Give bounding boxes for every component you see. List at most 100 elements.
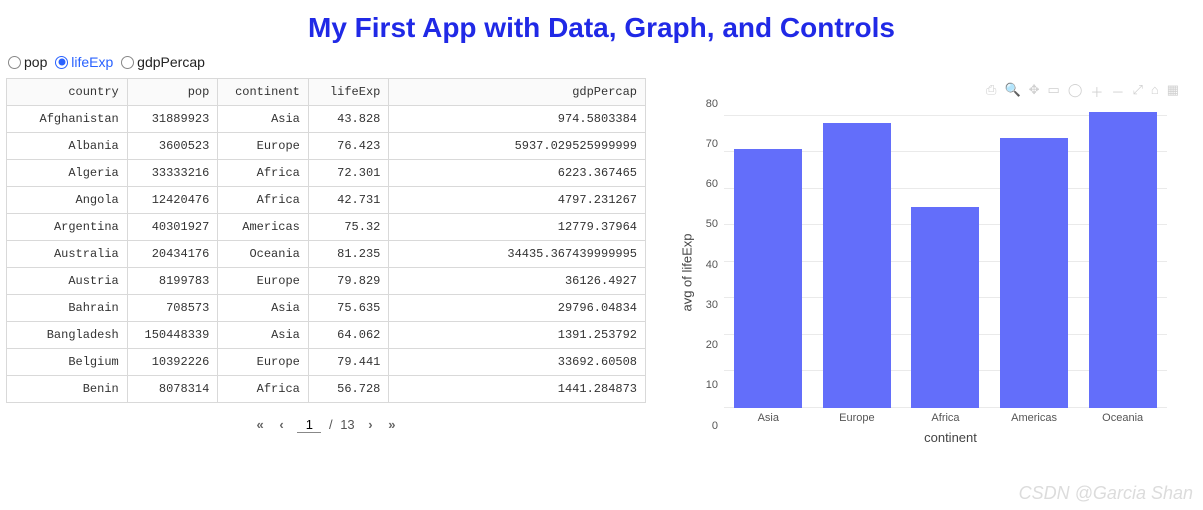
y-tick: 0 bbox=[712, 420, 718, 432]
table-row[interactable]: Bangladesh150448339Asia64.0621391.253792 bbox=[7, 321, 646, 348]
table-row[interactable]: Angola12420476Africa42.7314797.231267 bbox=[7, 186, 646, 213]
col-continent[interactable]: continent bbox=[218, 78, 309, 105]
table-cell: 64.062 bbox=[308, 321, 389, 348]
table-cell: 76.423 bbox=[308, 132, 389, 159]
table-cell: 12420476 bbox=[127, 186, 218, 213]
metric-radio-group: pop lifeExp gdpPercap bbox=[0, 52, 1203, 78]
watermark: CSDN @Garcia Shan bbox=[1019, 483, 1193, 504]
table-cell: 974.5803384 bbox=[389, 105, 646, 132]
table-cell: 81.235 bbox=[308, 240, 389, 267]
table-row[interactable]: Afghanistan31889923Asia43.828974.5803384 bbox=[7, 105, 646, 132]
x-axis-label: continent bbox=[724, 424, 1177, 445]
main-content: countrypopcontinentlifeExpgdpPercap Afgh… bbox=[0, 78, 1203, 458]
bar-Africa[interactable] bbox=[911, 207, 979, 408]
page-next-button[interactable]: › bbox=[362, 415, 378, 434]
table-cell: 10392226 bbox=[127, 348, 218, 375]
col-pop[interactable]: pop bbox=[127, 78, 218, 105]
table-cell: 6223.367465 bbox=[389, 159, 646, 186]
x-axis-ticks: Asia Europe Africa Americas Oceania bbox=[724, 408, 1177, 424]
table-row[interactable]: Algeria33333216Africa72.3016223.367465 bbox=[7, 159, 646, 186]
table-cell: 20434176 bbox=[127, 240, 218, 267]
page-separator: / bbox=[329, 417, 333, 432]
table-cell: 34435.367439999995 bbox=[389, 240, 646, 267]
bar-Americas[interactable] bbox=[1000, 138, 1068, 408]
bar-Oceania[interactable] bbox=[1089, 112, 1157, 407]
table-cell: 75.32 bbox=[308, 213, 389, 240]
bar-Europe[interactable] bbox=[823, 123, 891, 407]
table-cell: 75.635 bbox=[308, 294, 389, 321]
table-cell: Europe bbox=[218, 348, 309, 375]
table-cell: 708573 bbox=[127, 294, 218, 321]
col-country[interactable]: country bbox=[7, 78, 128, 105]
table-cell: Africa bbox=[218, 186, 309, 213]
col-lifeExp[interactable]: lifeExp bbox=[308, 78, 389, 105]
table-row[interactable]: Bahrain708573Asia75.63529796.04834 bbox=[7, 294, 646, 321]
page-first-button[interactable]: « bbox=[251, 415, 270, 434]
y-axis-ticks: 80706050403020100 bbox=[698, 88, 724, 458]
table-row[interactable]: Benin8078314Africa56.7281441.284873 bbox=[7, 375, 646, 402]
table-cell: Asia bbox=[218, 105, 309, 132]
table-cell: 8199783 bbox=[127, 267, 218, 294]
table-panel: countrypopcontinentlifeExpgdpPercap Afgh… bbox=[6, 78, 646, 446]
table-cell: 42.731 bbox=[308, 186, 389, 213]
x-tick: Africa bbox=[911, 412, 979, 424]
table-cell: 56.728 bbox=[308, 375, 389, 402]
table-cell: 36126.4927 bbox=[389, 267, 646, 294]
table-cell: 43.828 bbox=[308, 105, 389, 132]
table-cell: 150448339 bbox=[127, 321, 218, 348]
radio-icon bbox=[55, 56, 68, 69]
bars-group bbox=[724, 98, 1167, 408]
table-row[interactable]: Belgium10392226Europe79.44133692.60508 bbox=[7, 348, 646, 375]
table-cell: Africa bbox=[218, 159, 309, 186]
table-cell: 79.441 bbox=[308, 348, 389, 375]
y-axis-label: avg of lifeExp bbox=[680, 233, 695, 311]
table-body: Afghanistan31889923Asia43.828974.5803384… bbox=[7, 105, 646, 402]
table-row[interactable]: Australia20434176Oceania81.23534435.3674… bbox=[7, 240, 646, 267]
radio-icon bbox=[121, 56, 134, 69]
table-cell: 1441.284873 bbox=[389, 375, 646, 402]
table-cell: 33333216 bbox=[127, 159, 218, 186]
table-row[interactable]: Albania3600523Europe76.4235937.029525999… bbox=[7, 132, 646, 159]
table-cell: Asia bbox=[218, 321, 309, 348]
page-total: 13 bbox=[340, 417, 354, 432]
table-cell: 31889923 bbox=[127, 105, 218, 132]
table-cell: Austria bbox=[7, 267, 128, 294]
table-cell: 79.829 bbox=[308, 267, 389, 294]
page-prev-button[interactable]: ‹ bbox=[273, 415, 289, 434]
table-row[interactable]: Argentina40301927Americas75.3212779.3796… bbox=[7, 213, 646, 240]
plot-area[interactable]: Asia Europe Africa Americas Oceania continen… bbox=[724, 88, 1187, 458]
table-cell: Albania bbox=[7, 132, 128, 159]
table-cell: 72.301 bbox=[308, 159, 389, 186]
y-tick: 30 bbox=[706, 299, 718, 311]
bar-Asia[interactable] bbox=[734, 149, 802, 408]
pagination: « ‹ / 13 › » bbox=[6, 403, 646, 446]
x-tick: Americas bbox=[1000, 412, 1068, 424]
table-cell: 8078314 bbox=[127, 375, 218, 402]
page-number-input[interactable] bbox=[297, 417, 321, 433]
x-tick: Europe bbox=[823, 412, 891, 424]
table-cell: 5937.029525999999 bbox=[389, 132, 646, 159]
table-cell: Africa bbox=[218, 375, 309, 402]
x-tick: Asia bbox=[734, 412, 802, 424]
table-row[interactable]: Austria8199783Europe79.82936126.4927 bbox=[7, 267, 646, 294]
radio-gdpPercap[interactable]: gdpPercap bbox=[121, 54, 205, 70]
table-cell: 40301927 bbox=[127, 213, 218, 240]
radio-pop[interactable]: pop bbox=[8, 54, 47, 70]
page-last-button[interactable]: » bbox=[382, 415, 401, 434]
table-cell: Europe bbox=[218, 132, 309, 159]
chart-wrap: avg of lifeExp 80706050403020100 AsiaEur… bbox=[676, 88, 1187, 458]
y-tick: 10 bbox=[706, 379, 718, 391]
table-cell: 12779.37964 bbox=[389, 213, 646, 240]
radio-icon bbox=[8, 56, 21, 69]
y-tick: 60 bbox=[706, 178, 718, 190]
table-cell: Oceania bbox=[218, 240, 309, 267]
table-cell: Americas bbox=[218, 213, 309, 240]
table-cell: Bangladesh bbox=[7, 321, 128, 348]
table-cell: Asia bbox=[218, 294, 309, 321]
radio-lifeExp[interactable]: lifeExp bbox=[55, 54, 113, 70]
table-cell: 3600523 bbox=[127, 132, 218, 159]
col-gdpPercap[interactable]: gdpPercap bbox=[389, 78, 646, 105]
x-tick: Oceania bbox=[1089, 412, 1157, 424]
y-tick: 80 bbox=[706, 98, 718, 110]
chart-panel: ⎙🔍✥▭◯＋－⤢⌂▦ avg of lifeExp 80706050403020… bbox=[646, 78, 1197, 458]
